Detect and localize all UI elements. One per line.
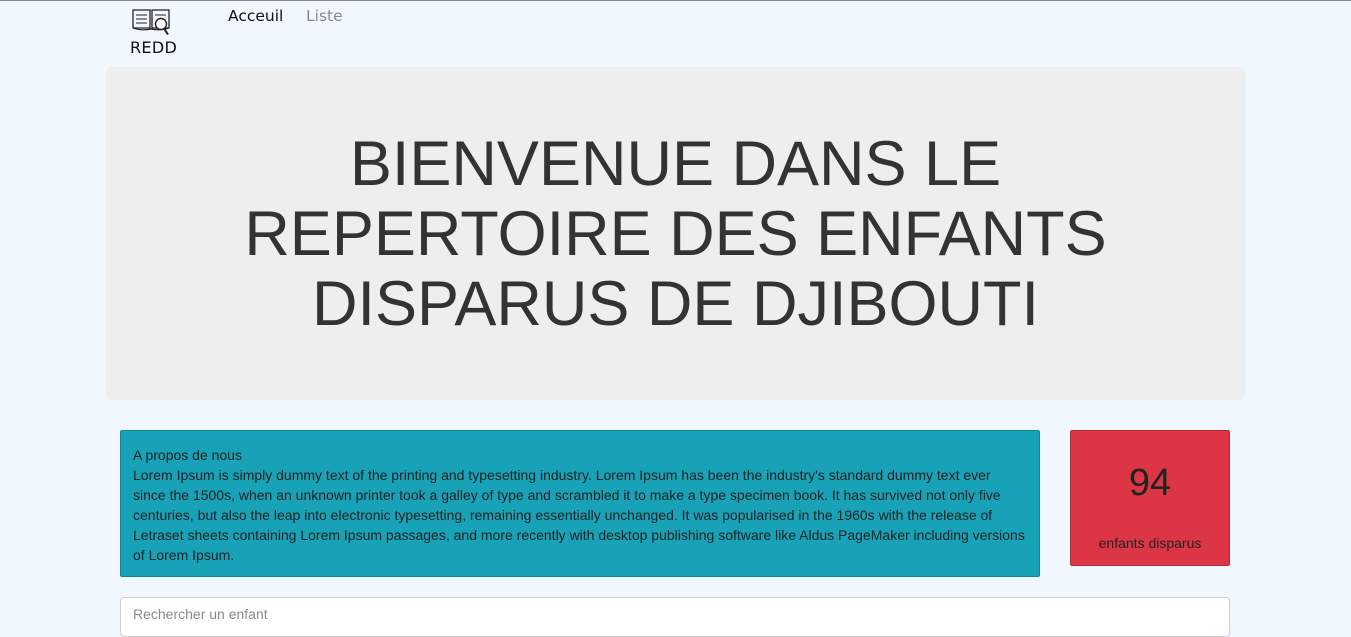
hero-title: BIENVENUE DANS LE REPERTOIRE DES ENFANTS… bbox=[244, 128, 1107, 339]
missing-count-card: 94 enfants disparus bbox=[1070, 430, 1230, 566]
about-text: Lorem Ipsum is simply dummy text of the … bbox=[133, 467, 1025, 563]
navbar: REDD Acceuil Liste bbox=[0, 1, 1351, 61]
brand-logo-link[interactable]: REDD bbox=[129, 4, 179, 57]
nav-link-accueil[interactable]: Acceuil bbox=[228, 7, 283, 25]
brand-name: REDD bbox=[130, 38, 178, 57]
book-magnifier-icon bbox=[132, 9, 170, 36]
search-input[interactable] bbox=[120, 597, 1230, 637]
about-title: A propos de nous bbox=[133, 447, 242, 463]
missing-count-value: 94 bbox=[1128, 462, 1172, 504]
nav-link-liste[interactable]: Liste bbox=[306, 7, 343, 25]
about-card: A propos de nous Lorem Ipsum is simply d… bbox=[120, 430, 1040, 577]
hero-jumbotron: BIENVENUE DANS LE REPERTOIRE DES ENFANTS… bbox=[106, 67, 1245, 400]
missing-count-label: enfants disparus bbox=[1098, 535, 1202, 551]
